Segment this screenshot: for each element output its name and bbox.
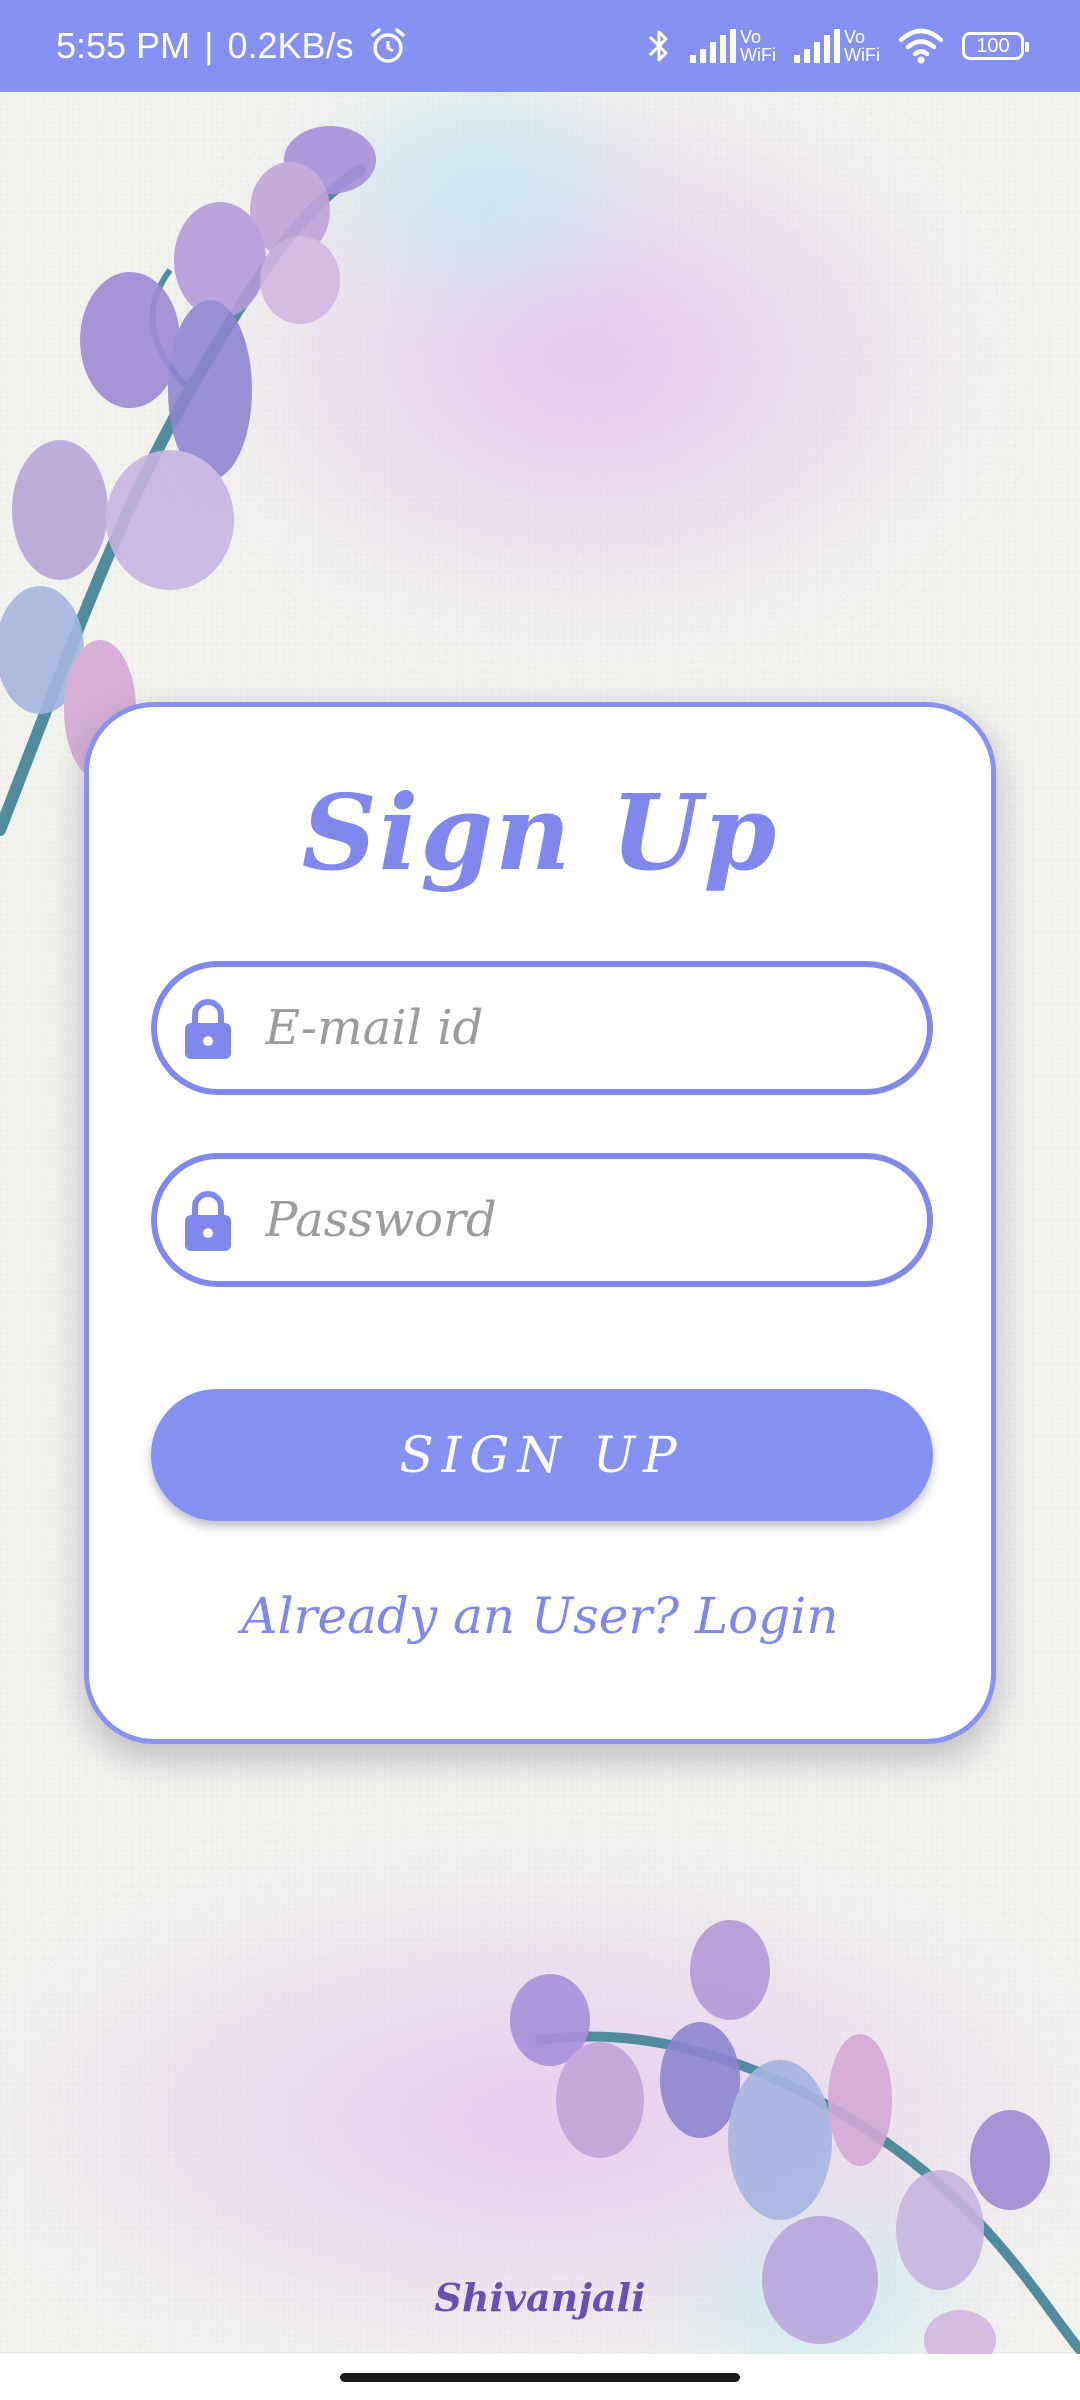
status-left: 5:55 PM | 0.2KB/s bbox=[56, 25, 408, 67]
signup-card: Sign Up SIGN UP Already an User? Login bbox=[84, 702, 996, 1744]
home-indicator[interactable] bbox=[340, 2373, 740, 2382]
vowifi-top-text: Vo bbox=[844, 27, 866, 47]
password-field[interactable] bbox=[151, 1153, 933, 1287]
status-bar: 5:55 PM | 0.2KB/s Vo WiFi Vo WiFi 100 bbox=[0, 0, 1080, 92]
status-right: Vo WiFi Vo WiFi 100 bbox=[646, 26, 1029, 66]
lock-icon bbox=[185, 1191, 231, 1251]
login-link[interactable]: Already an User? Login bbox=[89, 1587, 991, 1645]
battery-level: 100 bbox=[976, 34, 1010, 57]
status-separator: | bbox=[204, 25, 214, 66]
signup-button[interactable]: SIGN UP bbox=[151, 1389, 933, 1521]
vowifi-top-text: Vo bbox=[740, 27, 762, 47]
navigation-bar bbox=[0, 2354, 1080, 2400]
page-title: Sign Up bbox=[301, 771, 779, 894]
battery-icon: 100 bbox=[962, 32, 1029, 60]
alarm-icon bbox=[370, 28, 405, 63]
signal-icon bbox=[794, 29, 841, 63]
password-input[interactable] bbox=[263, 1191, 867, 1249]
wifi-icon bbox=[898, 28, 944, 64]
email-input[interactable] bbox=[263, 999, 867, 1057]
status-network-speed: 0.2KB/s bbox=[227, 25, 354, 66]
lock-icon bbox=[185, 999, 231, 1059]
bluetooth-icon bbox=[648, 30, 668, 62]
vowifi-label-2: Vo WiFi bbox=[844, 28, 880, 64]
signal-group-1: Vo WiFi bbox=[690, 28, 776, 64]
status-time: 5:55 PM bbox=[56, 25, 191, 66]
vowifi-bottom-text: WiFi bbox=[844, 45, 880, 65]
vowifi-bottom-text: WiFi bbox=[740, 45, 777, 65]
signal-icon bbox=[690, 29, 737, 63]
author-signature: Shivanjali bbox=[434, 2275, 646, 2320]
signal-group-2: Vo WiFi bbox=[794, 28, 880, 64]
vowifi-label-1: Vo WiFi bbox=[740, 28, 776, 64]
email-field[interactable] bbox=[151, 961, 933, 1095]
